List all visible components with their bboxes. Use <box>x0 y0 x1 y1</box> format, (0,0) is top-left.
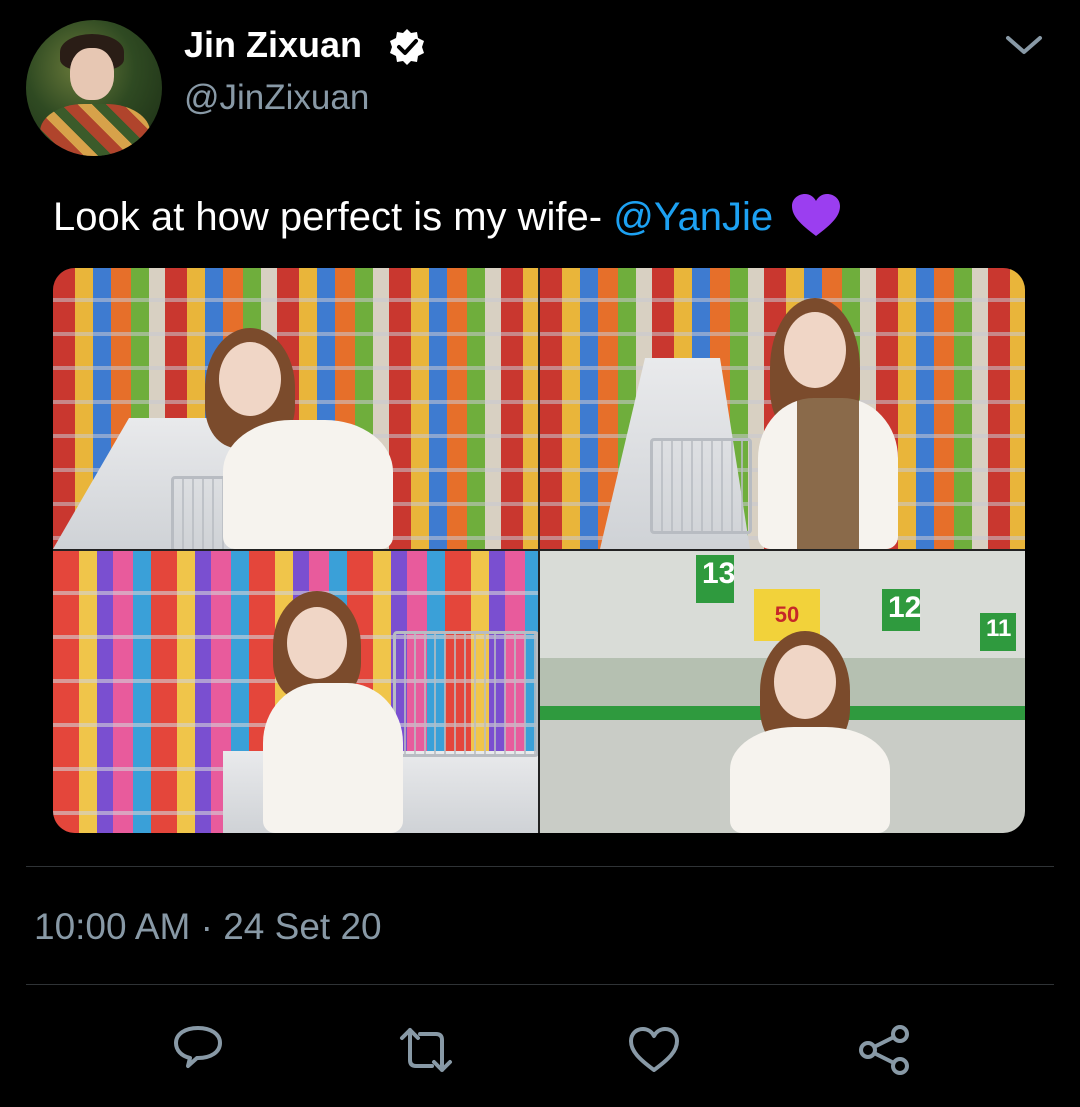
lane-sign-13: 13 <box>696 555 735 603</box>
photo-tile-2[interactable] <box>540 268 1025 549</box>
heart-icon <box>629 1027 679 1072</box>
woman-photo-subject <box>700 631 900 833</box>
reply-icon <box>174 1026 222 1068</box>
tweet-text: Look at how perfect is my wife- @YanJie <box>53 192 842 240</box>
chevron-down-icon[interactable] <box>1004 30 1044 60</box>
retweet-button[interactable] <box>398 1022 454 1078</box>
tweet-timestamp[interactable]: 10:00 AM · 24 Set 20 <box>34 906 382 948</box>
like-button[interactable] <box>626 1022 682 1078</box>
divider <box>26 984 1054 985</box>
woman-photo-subject <box>183 328 423 549</box>
woman-photo-subject <box>740 298 910 549</box>
photo-tile-3[interactable] <box>53 551 538 833</box>
avatar-face <box>70 48 114 100</box>
tweet-body: Look at how perfect is my wife- <box>53 195 614 239</box>
author-name[interactable]: Jin Zixuan <box>184 24 362 66</box>
retweet-icon <box>400 1028 452 1072</box>
divider <box>26 866 1054 867</box>
woman-photo-subject <box>243 591 413 833</box>
share-button[interactable] <box>856 1022 912 1078</box>
purple-heart-icon <box>792 194 841 236</box>
media-grid[interactable]: 13 12 11 50 <box>53 268 1025 833</box>
avatar[interactable] <box>26 20 162 156</box>
avatar-shirt <box>40 104 150 156</box>
photo-tile-1[interactable] <box>53 268 538 549</box>
lane-sign-12: 12 <box>882 589 921 631</box>
verified-badge-icon <box>390 29 424 65</box>
lane-sign-11: 11 <box>980 613 1016 651</box>
share-icon <box>859 1025 909 1075</box>
shopping-cart <box>393 631 538 757</box>
reply-button[interactable] <box>170 1022 226 1078</box>
mention-link[interactable]: @YanJie <box>613 195 773 239</box>
photo-tile-4[interactable]: 13 12 11 50 <box>540 551 1025 833</box>
shopping-cart <box>650 438 752 534</box>
author-handle[interactable]: @JinZixuan <box>184 78 369 118</box>
